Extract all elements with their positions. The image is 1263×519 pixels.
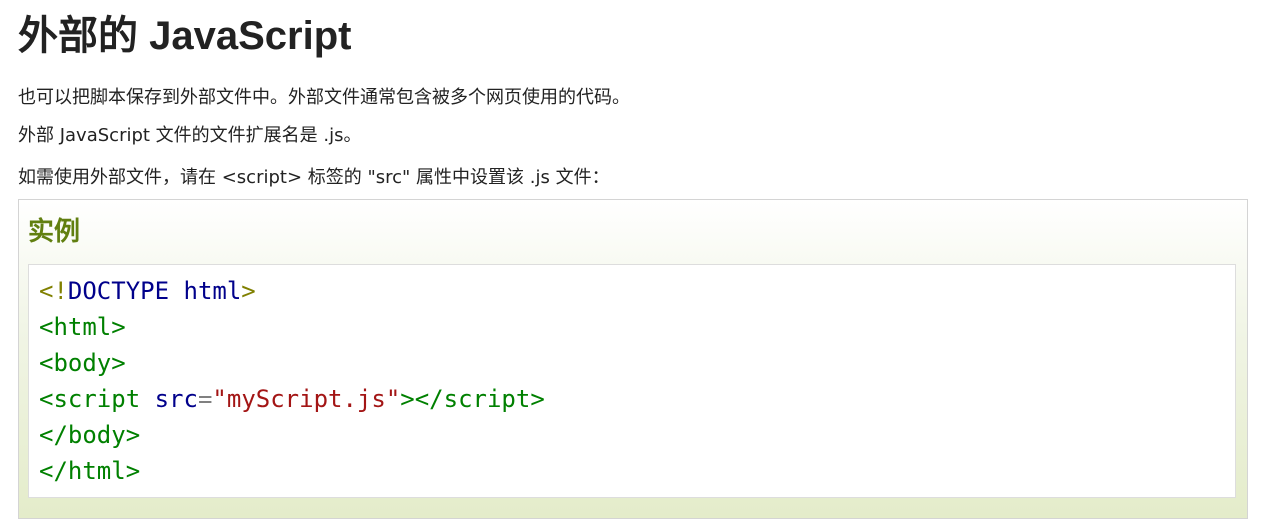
article-content: 外部的 JavaScript 也可以把脚本保存到外部文件中。外部文件通常包含被多… [18, 0, 1250, 519]
code-line-html-close: </html> [39, 453, 1225, 489]
code-bracket: </ [39, 421, 68, 449]
code-line-body-close: </body> [39, 417, 1225, 453]
code-tag-name: html [67, 457, 126, 485]
code-line-body-open: <body> [39, 345, 1225, 381]
code-bracket: < [39, 313, 54, 341]
code-tag-name: script [53, 385, 141, 413]
code-line-doctype: <!DOCTYPE html> [39, 273, 1225, 309]
code-bracket: > [125, 457, 141, 485]
code-line-script: <script src="myScript.js"></script> [39, 381, 1225, 417]
code-bracket: > [530, 385, 545, 413]
code-attribute-value: "myScript.js" [212, 385, 401, 413]
code-bracket: > [111, 313, 126, 341]
usage-paragraph: 如需使用外部文件，请在 <script> 标签的 "src" 属性中设置该 .j… [18, 167, 610, 188]
code-line-html-open: <html> [39, 309, 1225, 345]
code-tag-name: body [53, 349, 112, 377]
code-bracket: < [39, 349, 54, 377]
code-bracket: > [111, 349, 126, 377]
code-tag-name: html [53, 313, 112, 341]
example-box: 实例 <!DOCTYPE html> <html> <body> <script… [18, 199, 1248, 519]
code-tag-name: script [443, 385, 531, 413]
code-bracket: > [241, 277, 256, 305]
code-bracket: </ [39, 457, 68, 485]
code-bracket: ></ [400, 385, 444, 413]
code-bracket: <! [39, 277, 68, 305]
code-equals: = [197, 385, 213, 413]
example-heading: 实例 [28, 217, 81, 247]
code-bracket: < [39, 385, 54, 413]
code-block: <!DOCTYPE html> <html> <body> <script sr… [28, 264, 1236, 498]
intro-paragraph: 也可以把脚本保存到外部文件中。外部文件通常包含被多个网页使用的代码。 [18, 87, 630, 108]
page-title: 外部的 JavaScript [18, 14, 352, 58]
extension-paragraph: 外部 JavaScript 文件的文件扩展名是 .js。 [18, 125, 362, 146]
code-doctype-keyword: DOCTYPE html [67, 277, 242, 305]
code-tag-name: body [67, 421, 126, 449]
code-attribute-name: src [154, 385, 198, 413]
code-bracket: > [125, 421, 141, 449]
